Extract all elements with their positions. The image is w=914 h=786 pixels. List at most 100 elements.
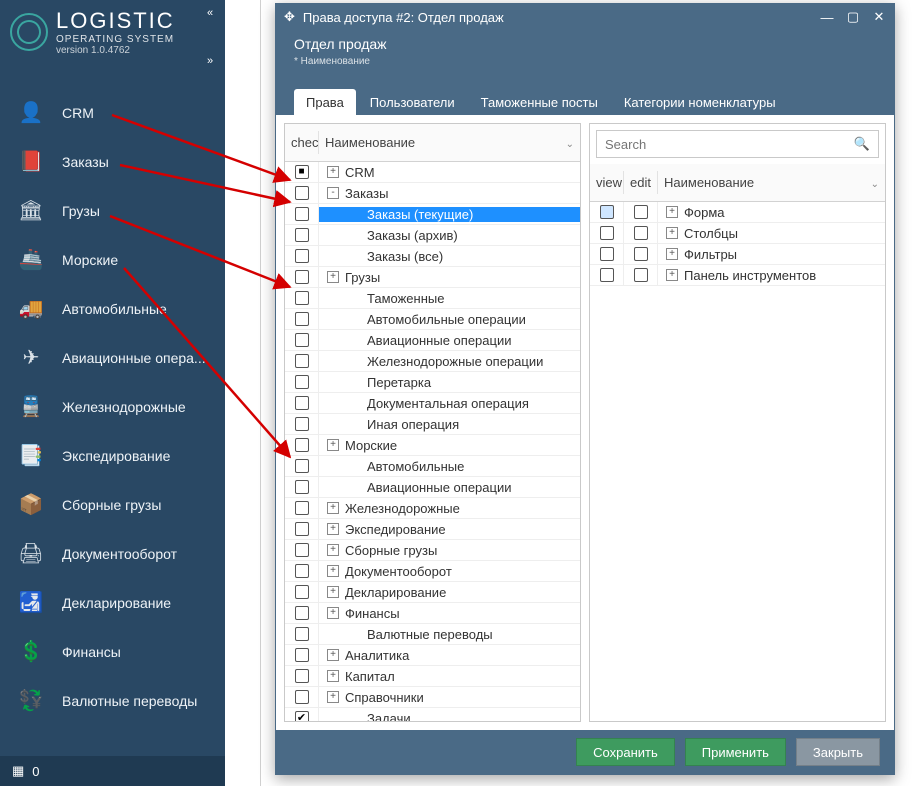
row-checkbox[interactable] — [295, 333, 309, 347]
collapse-right-icon[interactable]: » — [201, 52, 219, 70]
sidebar-item-8[interactable]: 📦Сборные грузы — [0, 480, 225, 529]
tree-row[interactable]: +Сборные грузы — [285, 540, 580, 561]
left-grid-body[interactable]: +CRM-ЗаказыЗаказы (текущие)Заказы (архив… — [285, 162, 580, 721]
col-edit-header[interactable]: edit — [624, 171, 658, 194]
detail-row[interactable]: +Форма — [590, 202, 885, 223]
row-checkbox[interactable] — [295, 417, 309, 431]
tree-row[interactable]: +Декларирование — [285, 582, 580, 603]
row-checkbox[interactable] — [295, 354, 309, 368]
tree-row[interactable]: Задачи — [285, 708, 580, 721]
sidebar-item-3[interactable]: 🚢Морские — [0, 235, 225, 284]
tree-row[interactable]: +Экспедирование — [285, 519, 580, 540]
expand-icon[interactable]: + — [666, 206, 678, 218]
dialog-titlebar[interactable]: ✥ Права доступа #2: Отдел продаж — ▢ ✕ — [276, 4, 894, 30]
row-checkbox[interactable] — [295, 690, 309, 704]
tree-row[interactable]: +Аналитика — [285, 645, 580, 666]
tree-row[interactable]: +Грузы — [285, 267, 580, 288]
col-check-header[interactable]: check — [285, 131, 319, 154]
column-resize-handle[interactable] — [225, 0, 261, 786]
expand-icon[interactable]: + — [666, 269, 678, 281]
row-checkbox[interactable] — [295, 438, 309, 452]
tree-row[interactable]: +Документооборот — [285, 561, 580, 582]
col-name-header[interactable]: Наименование ⌄ — [319, 131, 580, 154]
tree-row[interactable]: Документальная операция — [285, 393, 580, 414]
tree-row[interactable]: +Морские — [285, 435, 580, 456]
sidebar-item-12[interactable]: 💱Валютные переводы — [0, 676, 225, 725]
row-checkbox[interactable] — [295, 270, 309, 284]
view-checkbox[interactable] — [600, 226, 614, 240]
tree-row[interactable]: Авиационные операции — [285, 330, 580, 351]
view-checkbox[interactable] — [600, 205, 614, 219]
maximize-button[interactable]: ▢ — [844, 9, 862, 25]
row-checkbox[interactable] — [295, 648, 309, 662]
tree-row[interactable]: Заказы (архив) — [285, 225, 580, 246]
search-icon[interactable]: 🔍 — [854, 136, 870, 152]
sidebar-item-1[interactable]: 📕Заказы — [0, 137, 225, 186]
collapse-up-icon[interactable]: « — [201, 4, 219, 22]
detail-row[interactable]: +Панель инструментов — [590, 265, 885, 286]
expand-icon[interactable]: + — [327, 565, 339, 577]
expand-icon[interactable]: + — [666, 227, 678, 239]
sidebar-item-6[interactable]: 🚆Железнодорожные — [0, 382, 225, 431]
row-checkbox[interactable] — [295, 501, 309, 515]
edit-checkbox[interactable] — [634, 226, 648, 240]
tab-1[interactable]: Пользователи — [358, 89, 467, 115]
tree-row[interactable]: Валютные переводы — [285, 624, 580, 645]
row-checkbox[interactable] — [295, 186, 309, 200]
tree-row[interactable]: -Заказы — [285, 183, 580, 204]
tree-row[interactable]: Автомобильные операции — [285, 309, 580, 330]
search-input[interactable] — [605, 137, 854, 152]
row-checkbox[interactable] — [295, 711, 309, 721]
row-checkbox[interactable] — [295, 207, 309, 221]
row-checkbox[interactable] — [295, 291, 309, 305]
minimize-button[interactable]: — — [818, 10, 836, 25]
expand-icon[interactable]: - — [327, 187, 339, 199]
sort-icon[interactable]: ⌄ — [566, 139, 574, 150]
row-checkbox[interactable] — [295, 480, 309, 494]
tree-row[interactable]: Иная операция — [285, 414, 580, 435]
sort-icon[interactable]: ⌄ — [871, 179, 879, 190]
close-dialog-button[interactable]: Закрыть — [796, 738, 880, 766]
sidebar-item-2[interactable]: 🏛Грузы — [0, 186, 225, 235]
col-name-header-right[interactable]: Наименование ⌄ — [658, 171, 885, 194]
sidebar-item-5[interactable]: ✈Авиационные опера... — [0, 333, 225, 382]
close-button[interactable]: ✕ — [870, 9, 888, 25]
row-checkbox[interactable] — [295, 606, 309, 620]
expand-icon[interactable]: + — [666, 248, 678, 260]
row-checkbox[interactable] — [295, 396, 309, 410]
sidebar-item-9[interactable]: 🖨Документооборот — [0, 529, 225, 578]
tree-row[interactable]: Таможенные — [285, 288, 580, 309]
search-box[interactable]: 🔍 — [596, 130, 879, 158]
expand-icon[interactable]: + — [327, 607, 339, 619]
move-icon[interactable]: ✥ — [284, 9, 295, 25]
tab-0[interactable]: Права — [294, 89, 356, 115]
tree-row[interactable]: +Справочники — [285, 687, 580, 708]
sidebar-item-4[interactable]: 🚚Автомобильные — [0, 284, 225, 333]
calendar-icon[interactable]: ▦ — [12, 763, 24, 779]
tree-row[interactable]: Перетарка — [285, 372, 580, 393]
right-grid-body[interactable]: +Форма+Столбцы+Фильтры+Панель инструмент… — [590, 202, 885, 721]
row-checkbox[interactable] — [295, 312, 309, 326]
expand-icon[interactable]: + — [327, 166, 339, 178]
row-checkbox[interactable] — [295, 669, 309, 683]
expand-icon[interactable]: + — [327, 544, 339, 556]
row-checkbox[interactable] — [295, 228, 309, 242]
tree-row[interactable]: +Капитал — [285, 666, 580, 687]
expand-icon[interactable]: + — [327, 439, 339, 451]
tab-3[interactable]: Категории номенклатуры — [612, 89, 788, 115]
row-checkbox[interactable] — [295, 375, 309, 389]
col-view-header[interactable]: view — [590, 171, 624, 194]
row-checkbox[interactable] — [295, 249, 309, 263]
row-checkbox[interactable] — [295, 564, 309, 578]
row-checkbox[interactable] — [295, 165, 309, 179]
expand-icon[interactable]: + — [327, 649, 339, 661]
tree-row[interactable]: Автомобильные — [285, 456, 580, 477]
expand-icon[interactable]: + — [327, 670, 339, 682]
tree-row[interactable]: +CRM — [285, 162, 580, 183]
view-checkbox[interactable] — [600, 247, 614, 261]
edit-checkbox[interactable] — [634, 247, 648, 261]
apply-button[interactable]: Применить — [685, 738, 786, 766]
expand-icon[interactable]: + — [327, 691, 339, 703]
row-checkbox[interactable] — [295, 627, 309, 641]
detail-row[interactable]: +Фильтры — [590, 244, 885, 265]
